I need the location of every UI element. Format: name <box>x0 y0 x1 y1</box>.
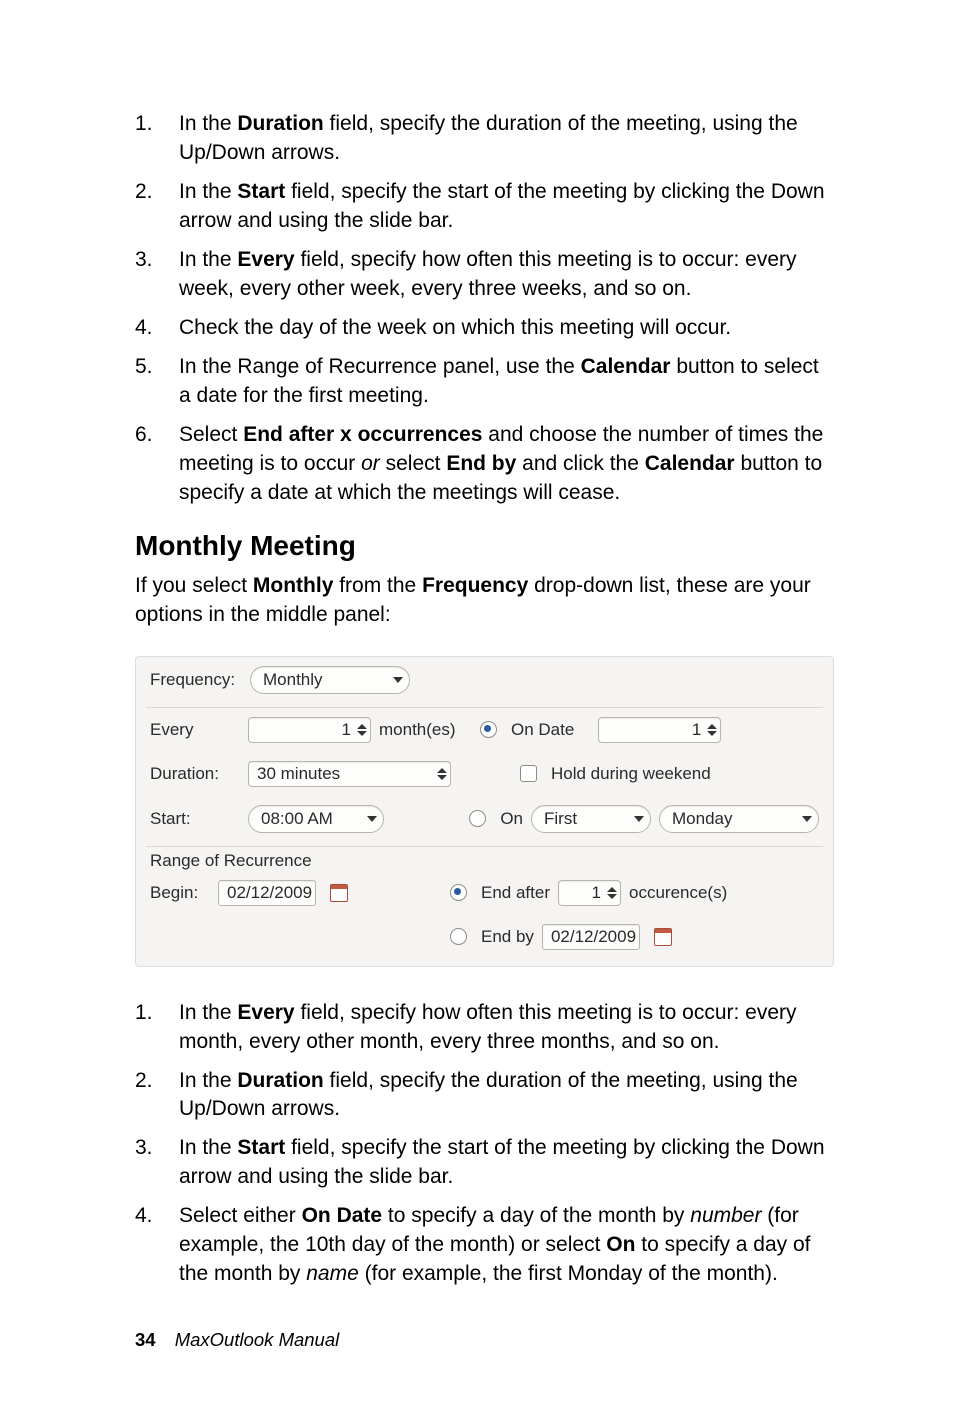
start-time-select[interactable]: 08:00 AM <box>248 805 384 833</box>
every-stepper[interactable]: 1 <box>248 717 371 743</box>
spinner-icon <box>607 887 617 899</box>
chevron-down-icon <box>367 816 377 822</box>
steps-list-2: 1.In the Every field, specify how often … <box>135 999 834 1290</box>
calendar-icon[interactable] <box>654 928 672 946</box>
end-after-label: End after <box>481 883 550 903</box>
manual-title: MaxOutlook Manual <box>175 1329 340 1350</box>
range-title: Range of Recurrence <box>150 851 819 871</box>
step: 4.Check the day of the week on which thi… <box>135 314 834 343</box>
every-unit: month(es) <box>379 720 456 740</box>
calendar-icon[interactable] <box>330 884 348 902</box>
chevron-down-icon <box>393 677 403 683</box>
on-date-label: On Date <box>511 720 574 740</box>
step: 3.In the Every field, specify how often … <box>135 246 834 304</box>
page-number: 34 <box>135 1329 156 1350</box>
step: 6.Select End after x occurrences and cho… <box>135 421 834 508</box>
weekday-select[interactable]: Monday <box>659 805 819 833</box>
begin-label: Begin: <box>150 883 210 903</box>
step: 2.In the Start field, specify the start … <box>135 178 834 236</box>
on-label: On <box>500 809 523 829</box>
chevron-down-icon <box>634 816 644 822</box>
duration-label: Duration: <box>150 764 240 784</box>
ordinal-select[interactable]: First <box>531 805 651 833</box>
step: 1.In the Duration field, specify the dur… <box>135 110 834 168</box>
section-heading: Monthly Meeting <box>135 530 834 562</box>
spinner-icon <box>707 724 717 736</box>
end-after-stepper[interactable]: 1 <box>558 880 621 906</box>
begin-date-field[interactable]: 02/12/2009 <box>218 880 316 906</box>
end-by-label: End by <box>481 927 534 947</box>
end-by-radio[interactable] <box>450 928 467 945</box>
intro-paragraph: If you select Monthly from the Frequency… <box>135 572 834 630</box>
step: 5.In the Range of Recurrence panel, use … <box>135 353 834 411</box>
frequency-select[interactable]: Monthly <box>250 666 410 694</box>
steps-list-1: 1.In the Duration field, specify the dur… <box>135 110 834 508</box>
step: 2.In the Duration field, specify the dur… <box>135 1067 834 1125</box>
frequency-label: Frequency: <box>150 670 250 690</box>
chevron-down-icon <box>802 816 812 822</box>
page-footer: 34 MaxOutlook Manual <box>135 1329 834 1351</box>
on-ordinal-radio[interactable] <box>469 810 486 827</box>
hold-weekend-checkbox[interactable] <box>520 765 537 782</box>
end-after-unit: occurence(s) <box>629 883 727 903</box>
recurrence-dialog: Frequency: Monthly Every 1 month(es) On … <box>135 656 834 967</box>
end-after-radio[interactable] <box>450 884 467 901</box>
step: 3.In the Start field, specify the start … <box>135 1134 834 1192</box>
spinner-icon <box>437 768 447 780</box>
end-by-date-field[interactable]: 02/12/2009 <box>542 924 640 950</box>
every-label: Every <box>150 720 240 740</box>
step: 1.In the Every field, specify how often … <box>135 999 834 1057</box>
step: 4.Select either On Date to specify a day… <box>135 1202 834 1289</box>
on-date-stepper[interactable]: 1 <box>598 717 721 743</box>
duration-stepper[interactable]: 30 minutes <box>248 761 451 787</box>
hold-weekend-label: Hold during weekend <box>551 764 711 784</box>
spinner-icon <box>357 724 367 736</box>
start-label: Start: <box>150 809 240 829</box>
on-date-radio[interactable] <box>480 721 497 738</box>
